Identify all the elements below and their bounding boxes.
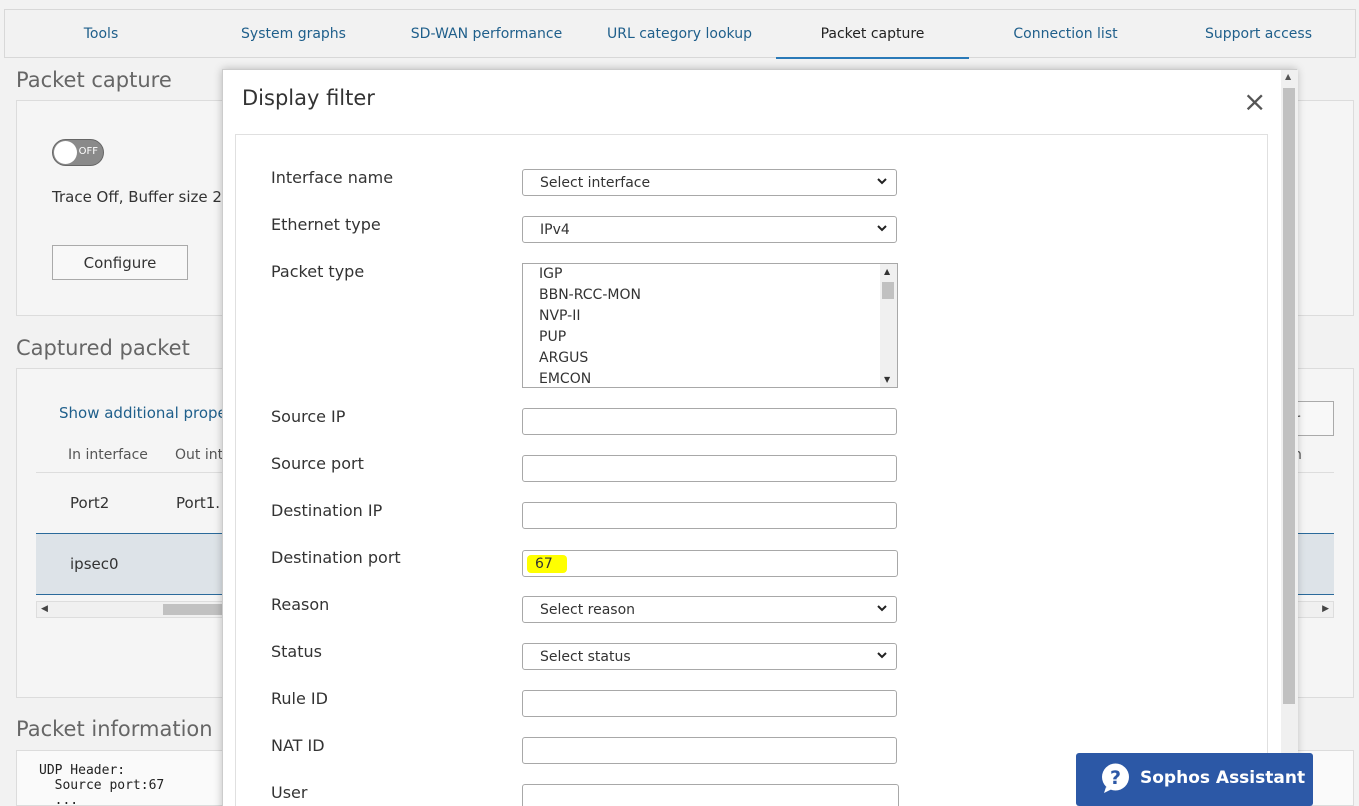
row2-in-interface: ipsec0	[70, 555, 119, 573]
interface-name-label: Interface name	[271, 168, 394, 187]
chevron-down-icon	[877, 652, 887, 659]
chevron-down-icon	[877, 178, 887, 185]
status-select[interactable]: Select status	[522, 643, 897, 670]
destination-port-input[interactable]: 67	[522, 550, 898, 577]
rule-id-label: Rule ID	[271, 689, 328, 708]
scroll-up-icon[interactable]: ▲	[1285, 72, 1291, 81]
captured-packet-title: Captured packet	[16, 336, 190, 360]
top-tab-bar: Tools System graphs SD-WAN performance U…	[4, 9, 1356, 59]
nat-id-label: NAT ID	[271, 736, 325, 755]
listbox-scrollbar[interactable]: ▲ ▼	[880, 264, 897, 387]
nat-id-input[interactable]	[522, 737, 897, 764]
status-value: Select status	[540, 648, 631, 665]
source-port-input[interactable]	[522, 455, 897, 482]
rule-id-input[interactable]	[522, 690, 897, 717]
toggle-label: OFF	[78, 146, 98, 157]
row1-out-interface: Port1.	[176, 494, 221, 512]
dialog-title: Display filter	[242, 86, 375, 110]
scroll-left-icon[interactable]: ◀	[41, 604, 48, 614]
tab-connection-list[interactable]: Connection list	[969, 10, 1162, 57]
svg-text:?: ?	[1110, 767, 1121, 789]
toggle-knob	[54, 141, 77, 164]
destination-port-label: Destination port	[271, 548, 401, 567]
configure-button[interactable]: Configure	[52, 245, 188, 280]
trace-toggle[interactable]: OFF	[52, 139, 104, 166]
packet-capture-title: Packet capture	[16, 68, 172, 92]
ethernet-type-select[interactable]: IPv4	[522, 216, 897, 243]
packet-information-title: Packet information	[16, 717, 213, 741]
tab-system-graphs[interactable]: System graphs	[197, 10, 390, 57]
scroll-right-icon[interactable]: ▶	[1322, 604, 1329, 614]
packet-type-label: Packet type	[271, 262, 365, 281]
packet-information-text: UDP Header: Source port:67 ...	[39, 763, 165, 806]
list-item[interactable]: NVP-II	[523, 306, 897, 327]
close-icon[interactable]: ×	[1243, 88, 1266, 116]
user-label: User	[271, 783, 308, 802]
tab-tools[interactable]: Tools	[5, 10, 197, 57]
ethernet-type-value: IPv4	[540, 221, 570, 238]
ethernet-type-label: Ethernet type	[271, 215, 381, 234]
trace-status-text: Trace Off, Buffer size 20	[52, 188, 232, 206]
reason-select[interactable]: Select reason	[522, 596, 897, 623]
scroll-up-icon[interactable]: ▲	[884, 267, 890, 276]
reason-value: Select reason	[540, 601, 636, 618]
user-input[interactable]	[522, 784, 899, 806]
help-bubble-icon: ?	[1102, 763, 1129, 793]
tab-packet-capture[interactable]: Packet capture	[776, 10, 969, 59]
list-item[interactable]: IGP	[523, 264, 897, 285]
column-header-in-interface[interactable]: In interface	[68, 447, 148, 463]
destination-ip-input[interactable]	[522, 502, 897, 529]
scrollbar-thumb[interactable]	[882, 282, 894, 299]
interface-name-value: Select interface	[540, 174, 651, 191]
scrollbar-thumb[interactable]	[1283, 88, 1295, 704]
destination-ip-label: Destination IP	[271, 501, 383, 520]
list-item[interactable]: BBN-RCC-MON	[523, 285, 897, 306]
scroll-down-icon[interactable]: ▼	[884, 375, 890, 384]
chevron-down-icon	[877, 225, 887, 232]
source-ip-label: Source IP	[271, 407, 346, 426]
tab-sd-wan-performance[interactable]: SD-WAN performance	[390, 10, 583, 57]
list-item[interactable]: PUP	[523, 327, 897, 348]
list-item[interactable]: ARGUS	[523, 348, 897, 369]
show-additional-properties-link[interactable]: Show additional prope	[59, 404, 227, 422]
reason-label: Reason	[271, 595, 330, 614]
destination-port-value: 67	[527, 554, 567, 573]
interface-name-select[interactable]: Select interface	[522, 169, 897, 196]
source-port-label: Source port	[271, 454, 364, 473]
tab-support-access[interactable]: Support access	[1162, 10, 1355, 57]
row1-in-interface: Port2	[70, 494, 110, 512]
chevron-down-icon	[877, 605, 887, 612]
sophos-assistant-button[interactable]: ? Sophos Assistant	[1076, 753, 1313, 806]
display-filter-dialog: Display filter × Interface name Select i…	[222, 69, 1298, 806]
tab-url-category-lookup[interactable]: URL category lookup	[583, 10, 776, 57]
list-item[interactable]: EMCON	[523, 369, 897, 387]
assistant-label: Sophos Assistant	[1140, 768, 1306, 788]
source-ip-input[interactable]	[522, 408, 897, 435]
dialog-vertical-scrollbar[interactable]: ▲	[1281, 70, 1298, 806]
packet-type-listbox[interactable]: IGP BBN-RCC-MON NVP-II PUP ARGUS EMCON ▲…	[522, 263, 898, 388]
status-label: Status	[271, 642, 322, 661]
